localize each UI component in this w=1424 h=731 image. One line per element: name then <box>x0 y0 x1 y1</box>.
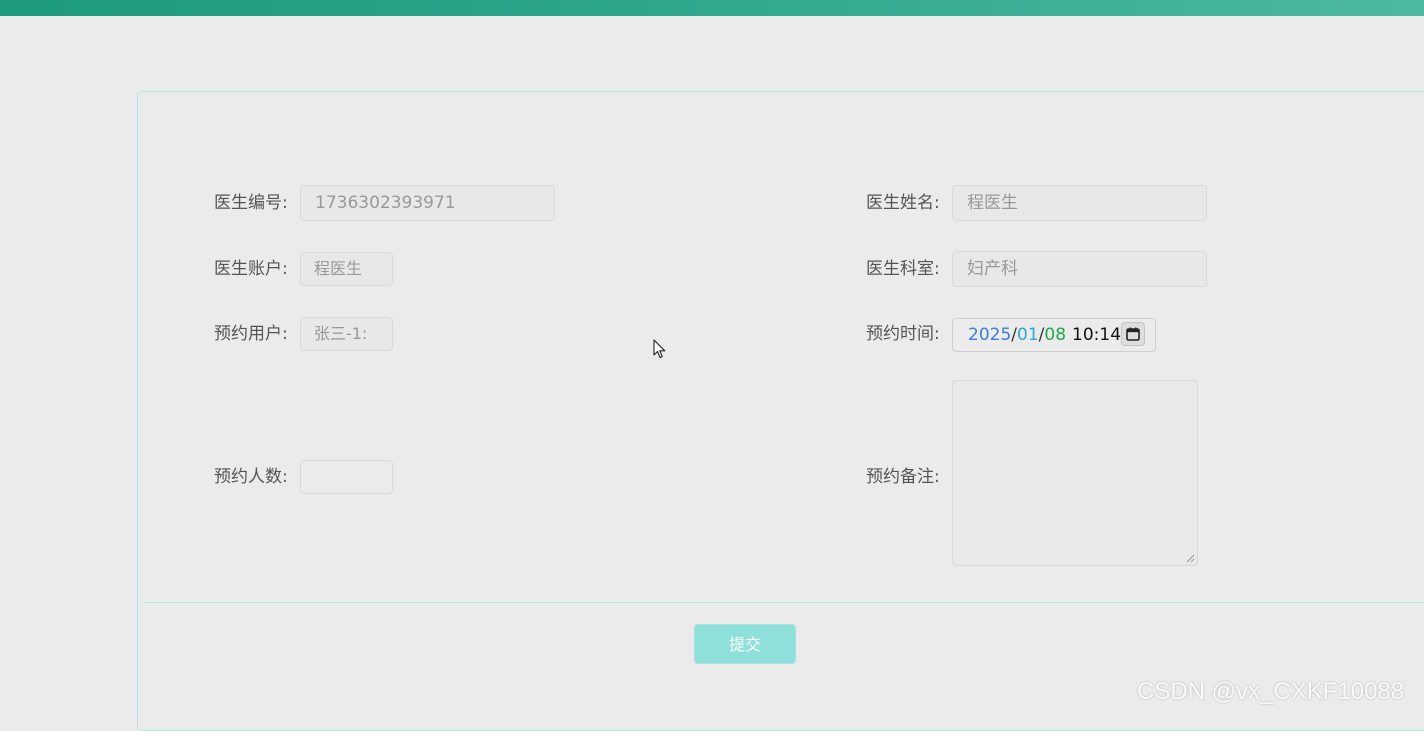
submit-button[interactable]: 提交 <box>694 624 796 664</box>
csdn-watermark: CSDN @vx_CXKF10088 <box>1137 678 1405 705</box>
doctor-id-input[interactable]: 1736302393971 <box>300 185 555 221</box>
doctor-department-input[interactable]: 妇产科 <box>952 251 1207 287</box>
calendar-icon <box>1126 327 1140 341</box>
booking-count-input[interactable] <box>300 460 393 494</box>
booking-time-year[interactable]: 2025 <box>968 325 1011 345</box>
booking-time-label: 预约时间: <box>866 324 940 344</box>
top-header-bar <box>0 0 1424 16</box>
doctor-name-input[interactable]: 程医生 <box>952 185 1207 221</box>
doctor-account-label: 医生账户: <box>214 259 288 279</box>
form-footer-divider <box>144 602 1424 603</box>
booking-user-label: 预约用户: <box>214 324 288 344</box>
booking-count-label: 预约人数: <box>214 467 288 487</box>
booking-remark-label: 预约备注: <box>866 467 940 487</box>
calendar-picker-button[interactable] <box>1121 322 1145 346</box>
booking-time-clock[interactable]: 10:14 <box>1072 325 1121 345</box>
booking-time-day[interactable]: 08 <box>1044 325 1066 345</box>
booking-time-month[interactable]: 01 <box>1017 325 1039 345</box>
mouse-cursor-icon <box>653 339 666 359</box>
booking-user-input[interactable]: 张三-1: <box>300 317 393 351</box>
resize-handle-icon[interactable] <box>1186 554 1195 563</box>
doctor-department-label: 医生科室: <box>866 259 940 279</box>
doctor-account-input[interactable]: 程医生 <box>300 252 393 286</box>
doctor-id-label: 医生编号: <box>214 193 288 213</box>
booking-remark-textarea[interactable] <box>952 380 1198 566</box>
doctor-name-label: 医生姓名: <box>866 193 940 213</box>
